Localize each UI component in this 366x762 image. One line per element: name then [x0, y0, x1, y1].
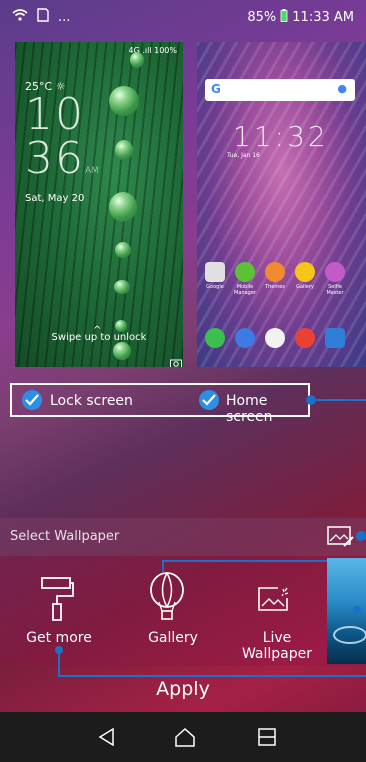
water-drop	[115, 320, 127, 332]
home-icon[interactable]	[174, 727, 196, 751]
balloon-icon[interactable]	[147, 572, 187, 626]
home-screen-checkbox[interactable]	[199, 390, 219, 410]
live-wallpaper-icon[interactable]	[257, 586, 291, 618]
lock-screen-checkbox[interactable]	[22, 390, 42, 410]
home-preview-date: Tue, Jan 16	[227, 152, 260, 159]
google-g-icon: G	[211, 82, 221, 96]
screen-target-selector: Lock screen Home screen	[10, 383, 310, 425]
apply-button[interactable]: Apply	[0, 666, 366, 712]
edit-wallpaper-icon[interactable]	[327, 526, 355, 552]
back-icon[interactable]	[98, 727, 116, 750]
app-label: Mobile Manager	[234, 284, 256, 296]
callout-line	[162, 560, 164, 572]
navigation-bar	[0, 712, 366, 762]
lock-preview-swipe-text: Swipe up to unlock	[51, 332, 147, 343]
water-drop	[114, 280, 130, 294]
status-overflow: ...	[58, 9, 71, 25]
app-label: Gallery	[296, 284, 314, 290]
app-label: Themes	[265, 284, 285, 290]
select-wallpaper-label: Select Wallpaper	[10, 529, 120, 544]
water-drop	[115, 140, 133, 160]
recent-apps-icon[interactable]	[258, 728, 276, 750]
battery-icon	[280, 9, 288, 26]
home-screen-preview[interactable]: G ● 11:32 Tue, Jan 16 Google Mobile Mana…	[197, 42, 366, 367]
callout-line	[310, 399, 366, 401]
wallpaper-thumbnail[interactable]	[327, 558, 366, 664]
callout-dot	[306, 395, 316, 405]
paint-roller-icon[interactable]	[40, 576, 74, 626]
messages-app-icon	[235, 328, 255, 348]
status-right: 85% 11:33 AM	[247, 9, 354, 26]
home-screen-label[interactable]: Home screen	[226, 393, 308, 425]
app-gallery	[295, 262, 315, 282]
app-selfie-master	[325, 262, 345, 282]
app-label: Google	[206, 284, 224, 290]
water-drop	[130, 52, 144, 68]
lock-preview-minute: 36AM	[25, 133, 99, 184]
water-splash	[333, 626, 366, 644]
gallery-option[interactable]: Gallery	[118, 630, 228, 646]
app-google-folder	[205, 262, 225, 282]
phone-app-icon	[205, 328, 225, 348]
camera-icon	[170, 354, 182, 367]
status-time: 11:33 AM	[292, 10, 354, 25]
lock-preview-clock: 25°C ☼ 10 36AM Sat, May 20	[25, 80, 99, 204]
play-store-icon	[265, 328, 285, 348]
lock-preview-hour: 10	[25, 89, 85, 140]
lock-preview-date: Sat, May 20	[25, 193, 85, 204]
wifi-icon	[12, 8, 28, 26]
lock-screen-preview[interactable]: 4G .ıll 100% 25°C ☼ 10 36AM Sat, May 20 …	[15, 42, 183, 367]
app-label: Selfie Master	[326, 284, 344, 296]
callout-dot	[356, 531, 366, 541]
water-drop	[115, 242, 131, 258]
live-wallpaper-option[interactable]: Live Wallpaper	[228, 630, 326, 662]
select-wallpaper-bar: Select Wallpaper	[0, 518, 366, 556]
lock-screen-label[interactable]: Lock screen	[50, 393, 133, 409]
get-more-option[interactable]: Get more	[0, 630, 118, 646]
water-drop	[109, 86, 139, 116]
water-drop	[113, 342, 131, 360]
sd-card-icon	[36, 8, 50, 26]
status-left: ...	[12, 8, 70, 26]
app-mobile-manager	[235, 262, 255, 282]
status-bar: ... 85% 11:33 AM	[0, 0, 366, 34]
camera-app-icon	[325, 328, 345, 348]
google-search-bar: G ●	[205, 79, 355, 101]
callout-dot	[353, 606, 361, 614]
chrome-icon	[295, 328, 315, 348]
battery-percent: 85%	[247, 10, 277, 25]
home-preview-time: 11:32	[233, 120, 329, 153]
mic-icon: ●	[337, 82, 347, 95]
water-drop	[109, 192, 137, 222]
app-themes	[265, 262, 285, 282]
